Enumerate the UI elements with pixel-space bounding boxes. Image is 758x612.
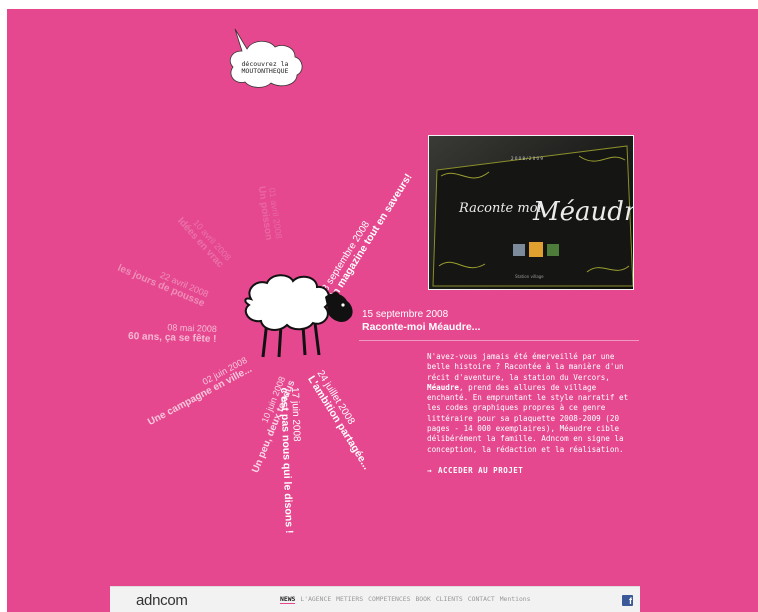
moutontheque-cloud[interactable]: découvrez la MOUTONTHEQUE xyxy=(225,27,305,89)
description-text: N'avez-vous jamais été émerveillé par un… xyxy=(427,352,624,382)
cloud-icon xyxy=(229,28,303,88)
sheep-icon[interactable] xyxy=(237,271,357,359)
news-ray-item[interactable]: 08 mai 2008 60 ans, ça se fête ! xyxy=(128,321,217,345)
news-ray-title: Une campagne en ville... xyxy=(146,363,254,429)
news-ray-title: 60 ans, ça se fête ! xyxy=(127,331,217,346)
nav-book[interactable]: BOOK xyxy=(415,595,430,604)
svg-text:Méaudre: Méaudre xyxy=(532,197,634,227)
cloud-line-2: MOUTONTHEQUE xyxy=(241,67,289,75)
svg-text:Raconte moi: Raconte moi xyxy=(458,201,542,216)
book-cover-image: 2 0 0 8 / 2 0 0 9 Raconte moi Méaudre St… xyxy=(429,136,634,289)
news-ray-item[interactable]: 02 juin 2008 Une campagne en ville... xyxy=(141,355,254,429)
project-link[interactable]: → ACCEDER AU PROJET xyxy=(427,466,523,475)
news-ray-date: 02 juin 2008 xyxy=(200,355,249,388)
nav-contact[interactable]: CONTACT xyxy=(468,595,495,604)
news-ray-item[interactable]: 01 avril 2008 Un poisson xyxy=(256,184,284,240)
svg-text:Station village: Station village xyxy=(515,274,544,279)
nav-clients[interactable]: CLIENTS xyxy=(436,595,463,604)
project-photo[interactable]: 2 0 0 8 / 2 0 0 9 Raconte moi Méaudre St… xyxy=(428,135,634,290)
divider xyxy=(359,340,639,341)
news-ray-title: L'ambition partagée... xyxy=(305,374,374,473)
news-ray-date: 24 juillet 2008 xyxy=(315,368,358,428)
nav-mentions[interactable]: Mentions xyxy=(500,595,531,604)
nav-competences[interactable]: COMPETENCES xyxy=(368,595,410,604)
active-news-date: 15 septembre 2008 xyxy=(362,309,449,320)
main-nav: NEWS L'AGENCE METIERS COMPETENCES BOOK C… xyxy=(280,595,530,604)
svg-text:2 0 0 8 / 2 0 0 9: 2 0 0 8 / 2 0 0 9 xyxy=(511,156,543,161)
news-description: N'avez-vous jamais été émerveillé par un… xyxy=(427,352,632,455)
description-bold: Méaudre xyxy=(427,382,460,392)
facebook-icon[interactable]: f xyxy=(622,595,633,606)
description-text-end: , prend des allures de village enchanté.… xyxy=(427,382,629,454)
page-background: découvrez la MOUTONTHEQUE 28 septembre 2… xyxy=(7,9,758,612)
logo-part-b: com xyxy=(160,592,188,609)
active-news-title[interactable]: 15 septembre 2008 Raconte-moi Méaudre... xyxy=(362,309,480,334)
project-link-label: ACCEDER AU PROJET xyxy=(438,466,524,475)
news-ray-item[interactable]: 22 avril 2008 les jours de pousse xyxy=(115,253,209,310)
nav-agence[interactable]: L'AGENCE xyxy=(300,595,331,604)
footer-bar: adncom NEWS L'AGENCE METIERS COMPETENCES… xyxy=(110,586,640,612)
news-ray-item[interactable]: 10 avril 2008 Idées en vrac xyxy=(175,209,233,270)
nav-news[interactable]: NEWS xyxy=(280,595,296,604)
news-ray-item[interactable]: 24 juillet 2008 L'ambition partagée... xyxy=(306,369,381,472)
active-news-headline: Raconte-moi Méaudre... xyxy=(362,321,481,333)
adncom-logo[interactable]: adncom xyxy=(136,592,188,609)
logo-part-a: adn xyxy=(136,592,161,609)
nav-metiers[interactable]: METIERS xyxy=(336,595,363,604)
arrow-right-icon: → xyxy=(427,466,433,475)
